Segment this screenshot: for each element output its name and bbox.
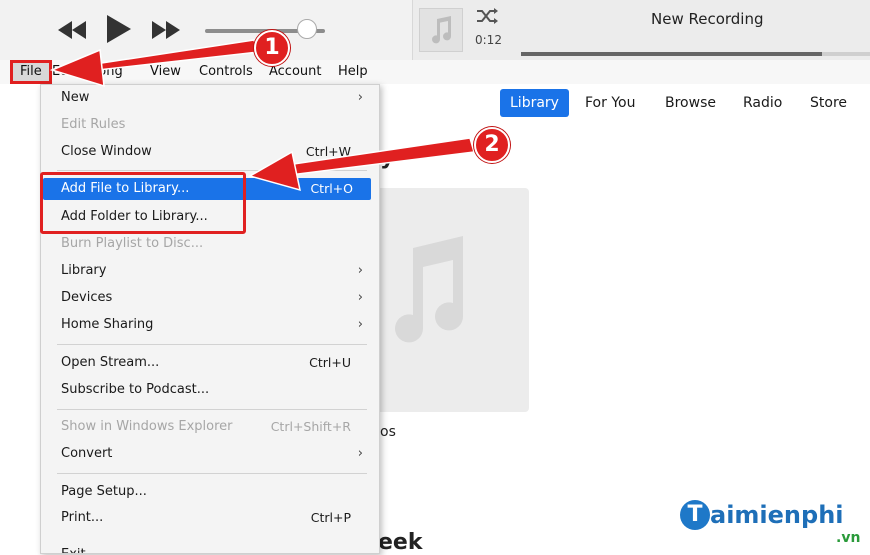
- watermark-logo-letter: T: [680, 500, 710, 530]
- watermark-brand: aimienphi: [710, 501, 844, 529]
- annotation-arrow-1: [49, 39, 260, 88]
- annotation-arrow-2: [248, 137, 475, 192]
- annotation-badge-1: 1: [254, 30, 290, 66]
- watermark-tld: .vn: [836, 530, 861, 546]
- watermark-logo: T aimienphi .vn: [680, 500, 870, 554]
- annotation-arrows: [49, 39, 475, 192]
- annotation-badge-2: 2: [474, 127, 510, 163]
